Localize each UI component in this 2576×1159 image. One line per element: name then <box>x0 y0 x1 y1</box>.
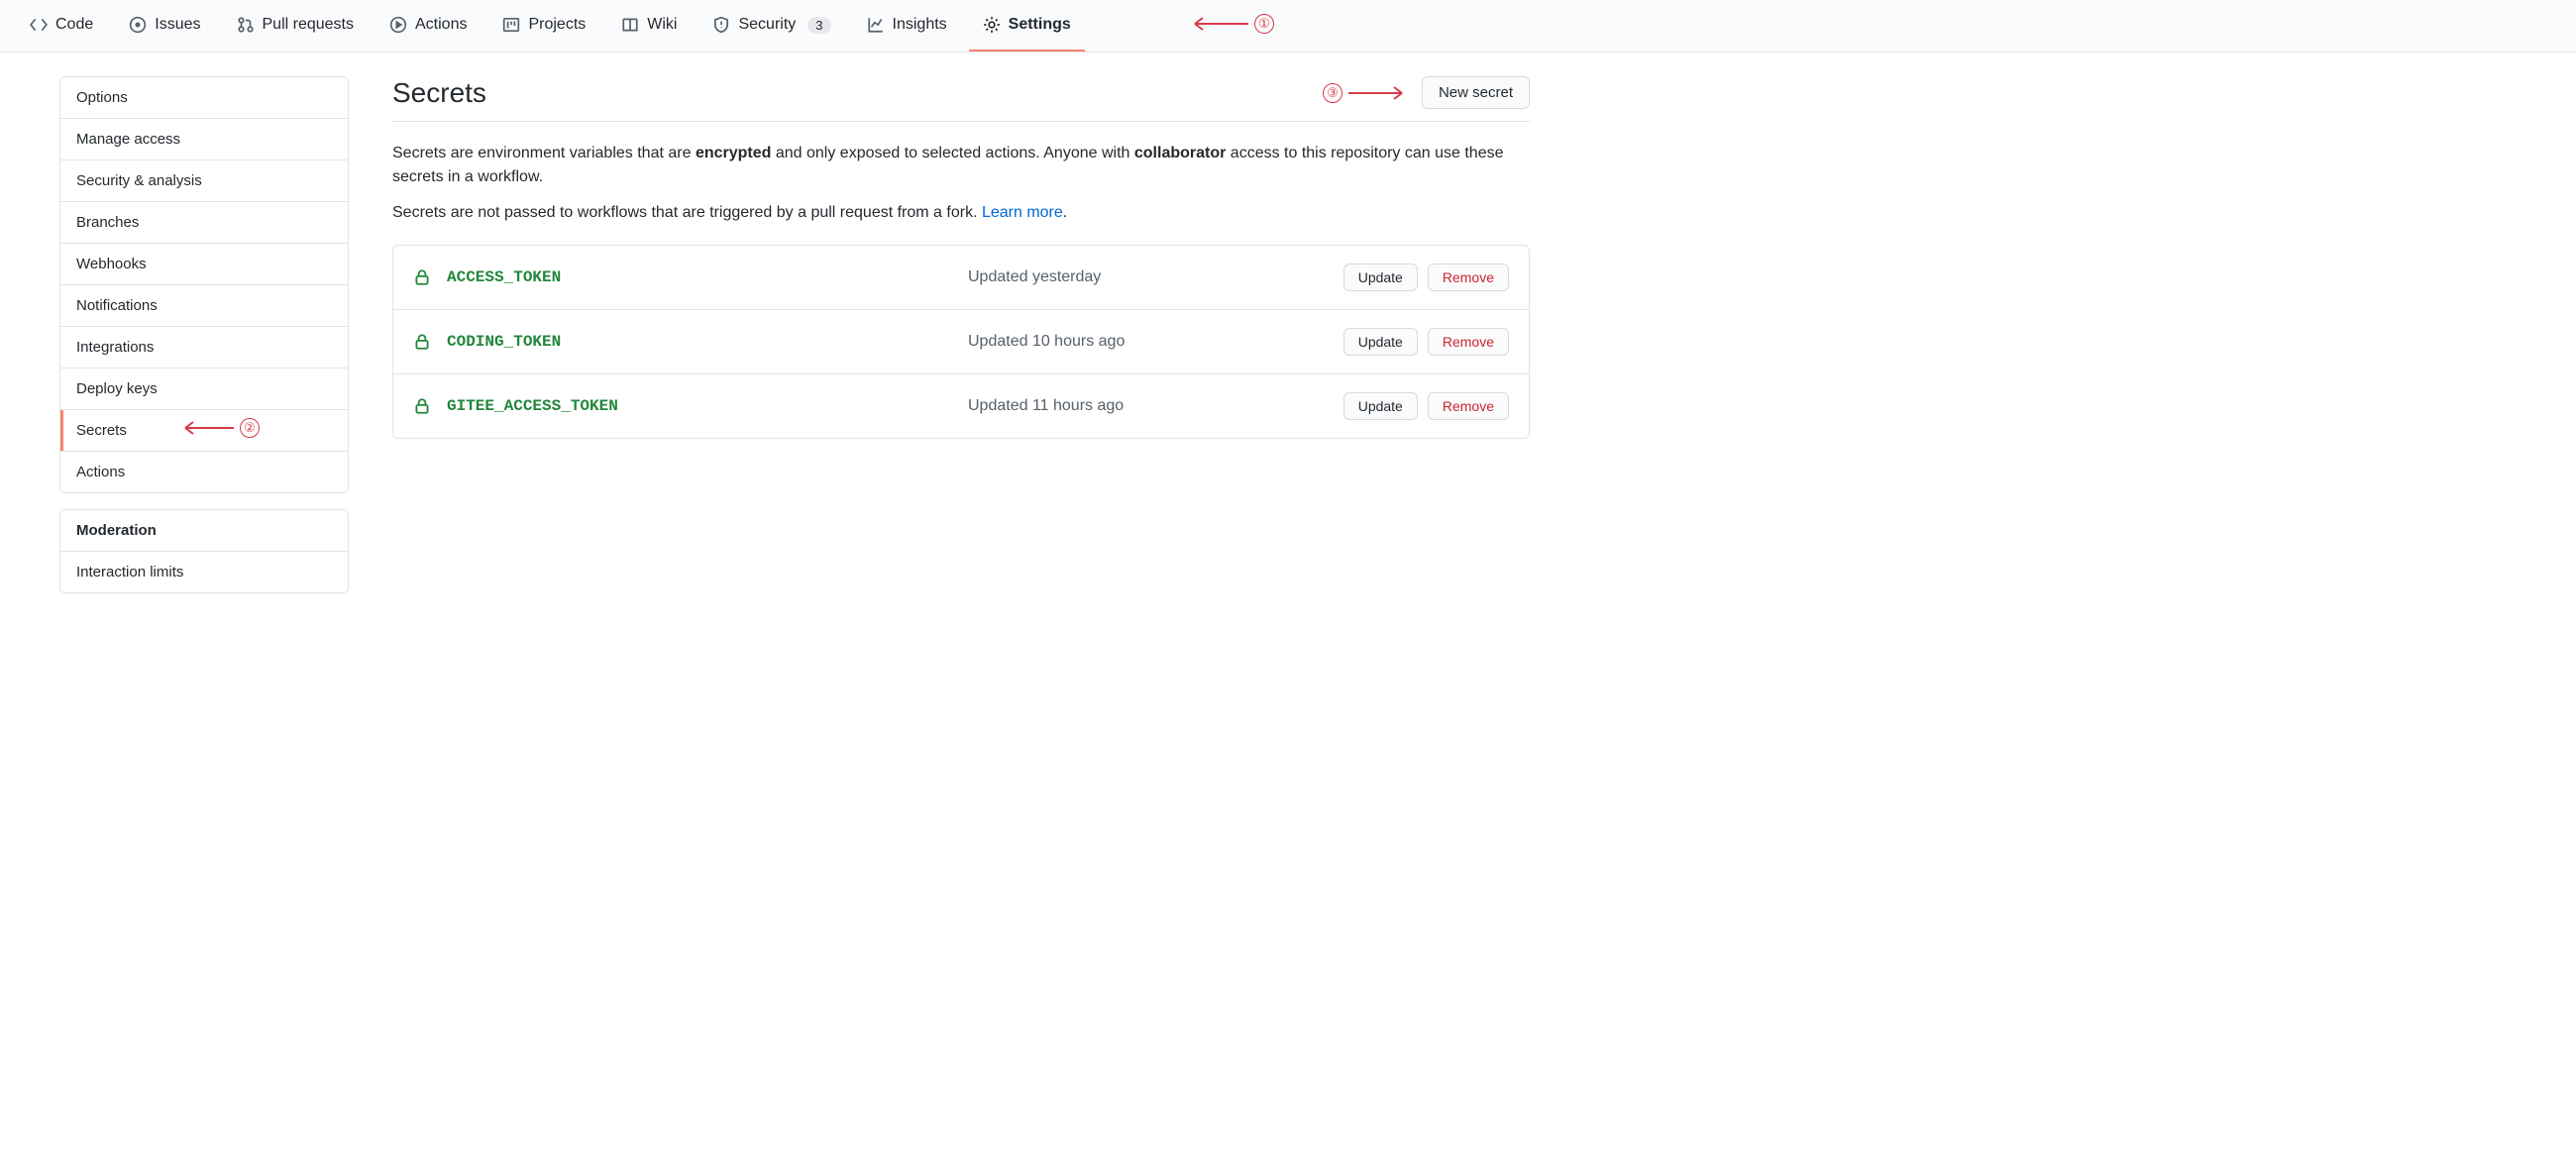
nav-wiki[interactable]: Wiki <box>607 0 691 52</box>
text: and only exposed to selected actions. An… <box>771 145 1133 161</box>
sidebar-item-webhooks[interactable]: Webhooks <box>60 244 348 285</box>
annotation-3: ③ <box>1323 83 1408 103</box>
secret-updated: Updated 11 hours ago <box>968 397 1328 415</box>
sidebar-label: Webhooks <box>76 256 147 272</box>
sidebar-item-actions[interactable]: Actions <box>60 452 348 492</box>
subhead: Secrets ③ New secret <box>392 76 1530 122</box>
sidebar-item-security-analysis[interactable]: Security & analysis <box>60 160 348 202</box>
moderation-menu: Moderation Interaction limits <box>59 509 349 593</box>
remove-button[interactable]: Remove <box>1428 263 1509 291</box>
issue-icon <box>129 16 147 34</box>
gear-icon <box>983 16 1001 34</box>
secret-row: GITEE_ACCESS_TOKEN Updated 11 hours ago … <box>393 374 1529 438</box>
settings-layout: Options Manage access Security & analysi… <box>0 53 1585 633</box>
nav-insights-label: Insights <box>893 16 947 34</box>
sidebar-label: Options <box>76 89 128 106</box>
sidebar-label: Actions <box>76 464 125 480</box>
nav-security-label: Security <box>738 16 796 34</box>
nav-projects[interactable]: Projects <box>488 0 599 52</box>
secret-actions: Update Remove <box>1343 392 1509 420</box>
update-button[interactable]: Update <box>1343 328 1418 356</box>
secret-name: ACCESS_TOKEN <box>447 268 952 286</box>
secret-updated: Updated yesterday <box>968 268 1328 286</box>
settings-sidebar-column: Options Manage access Security & analysi… <box>16 76 349 609</box>
repo-nav: Code Issues Pull requests Actions Projec… <box>0 0 2576 53</box>
nav-wiki-label: Wiki <box>647 16 677 34</box>
sidebar-label: Secrets <box>76 422 127 439</box>
sidebar-label: Moderation <box>76 522 157 539</box>
play-icon <box>389 16 407 34</box>
annotation-1: ① <box>1189 14 1274 34</box>
text: Secrets are not passed to workflows that… <box>392 204 982 221</box>
sidebar-item-deploy-keys[interactable]: Deploy keys <box>60 369 348 410</box>
nav-insights[interactable]: Insights <box>853 0 961 52</box>
nav-actions[interactable]: Actions <box>376 0 481 52</box>
sidebar-item-secrets[interactable]: Secrets ② <box>60 410 348 452</box>
learn-more-link[interactable]: Learn more <box>982 204 1063 221</box>
remove-button[interactable]: Remove <box>1428 392 1509 420</box>
security-counter: 3 <box>807 17 830 34</box>
text-bold: collaborator <box>1134 145 1226 161</box>
nav-security[interactable]: Security 3 <box>698 0 844 52</box>
update-button[interactable]: Update <box>1343 392 1418 420</box>
secret-actions: Update Remove <box>1343 263 1509 291</box>
sidebar-item-interaction-limits[interactable]: Interaction limits <box>60 552 348 592</box>
sidebar-label: Notifications <box>76 297 158 314</box>
update-button[interactable]: Update <box>1343 263 1418 291</box>
secret-name: CODING_TOKEN <box>447 333 952 351</box>
annotation-2: ② <box>179 418 260 438</box>
nav-issues-label: Issues <box>155 16 200 34</box>
secret-row: CODING_TOKEN Updated 10 hours ago Update… <box>393 310 1529 374</box>
pull-request-icon <box>237 16 255 34</box>
annotation-1-number: ① <box>1254 14 1274 34</box>
sidebar-heading-moderation: Moderation <box>60 510 348 552</box>
project-icon <box>502 16 520 34</box>
nav-code-label: Code <box>55 16 93 34</box>
secret-row: ACCESS_TOKEN Updated yesterday Update Re… <box>393 246 1529 310</box>
sidebar-label: Branches <box>76 214 139 231</box>
sidebar-label: Manage access <box>76 131 180 148</box>
page-title: Secrets <box>392 77 486 109</box>
nav-projects-label: Projects <box>528 16 586 34</box>
sidebar-label: Deploy keys <box>76 380 158 397</box>
nav-issues[interactable]: Issues <box>115 0 214 52</box>
sidebar-item-branches[interactable]: Branches <box>60 202 348 244</box>
annotation-3-number: ③ <box>1323 83 1342 103</box>
nav-settings-label: Settings <box>1009 16 1071 34</box>
secret-actions: Update Remove <box>1343 328 1509 356</box>
annotation-2-number: ② <box>240 418 260 438</box>
lock-icon <box>413 268 431 286</box>
settings-menu: Options Manage access Security & analysi… <box>59 76 349 493</box>
secret-updated: Updated 10 hours ago <box>968 333 1328 351</box>
secret-name: GITEE_ACCESS_TOKEN <box>447 397 952 415</box>
main-content: Secrets ③ New secret Secrets are environ… <box>373 76 1569 609</box>
description-1: Secrets are environment variables that a… <box>392 142 1530 189</box>
sidebar-item-integrations[interactable]: Integrations <box>60 327 348 369</box>
shield-icon <box>712 16 730 34</box>
secrets-list: ACCESS_TOKEN Updated yesterday Update Re… <box>392 245 1530 439</box>
sidebar-label: Interaction limits <box>76 564 183 580</box>
code-icon <box>30 16 48 34</box>
nav-code[interactable]: Code <box>16 0 107 52</box>
lock-icon <box>413 333 431 351</box>
lock-icon <box>413 397 431 415</box>
nav-pulls[interactable]: Pull requests <box>223 0 369 52</box>
text: . <box>1063 204 1067 221</box>
nav-settings[interactable]: Settings <box>969 0 1085 52</box>
sidebar-item-options[interactable]: Options <box>60 77 348 119</box>
sidebar-item-manage-access[interactable]: Manage access <box>60 119 348 160</box>
remove-button[interactable]: Remove <box>1428 328 1509 356</box>
book-icon <box>621 16 639 34</box>
new-secret-button[interactable]: New secret <box>1422 76 1530 109</box>
nav-actions-label: Actions <box>415 16 467 34</box>
sidebar-label: Integrations <box>76 339 154 356</box>
description-2: Secrets are not passed to workflows that… <box>392 201 1530 225</box>
sidebar-label: Security & analysis <box>76 172 202 189</box>
text: Secrets are environment variables that a… <box>392 145 696 161</box>
nav-pulls-label: Pull requests <box>263 16 355 34</box>
text-bold: encrypted <box>696 145 771 161</box>
sidebar-item-notifications[interactable]: Notifications <box>60 285 348 327</box>
graph-icon <box>867 16 885 34</box>
